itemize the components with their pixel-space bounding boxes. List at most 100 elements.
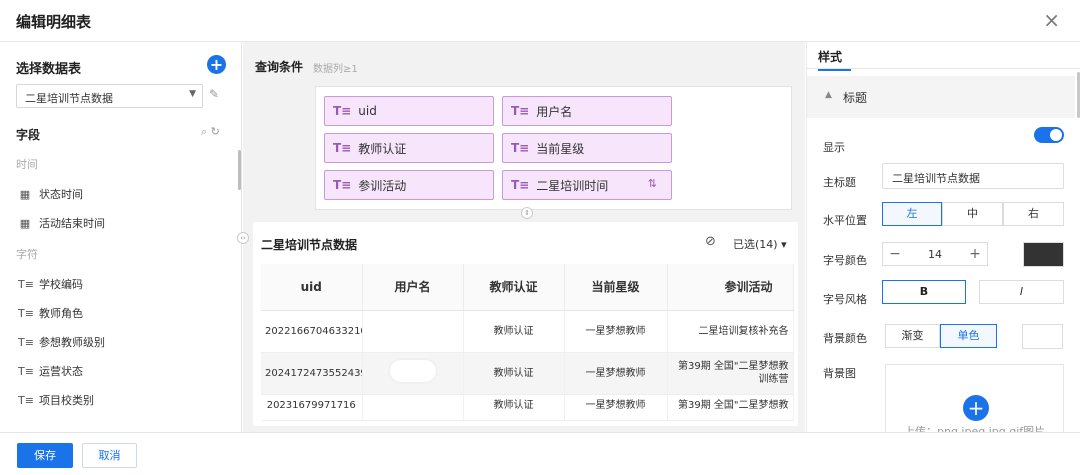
calendar-icon: ▦	[19, 216, 31, 230]
text-icon: T≡	[18, 364, 34, 378]
caret-down-icon: ▼	[189, 89, 196, 99]
column-header[interactable]: 用户名	[362, 264, 464, 311]
table-row: 20231679971716 教师认证 一星梦想教师 第39期 全国"二星梦想教	[261, 394, 794, 421]
column-header[interactable]: uid	[261, 264, 363, 311]
font-style-label: 字号风格	[823, 293, 867, 306]
table-cell: 20231679971716	[261, 394, 363, 421]
text-icon: T≡	[18, 393, 34, 407]
field-title: 字段	[16, 128, 41, 142]
field-item[interactable]: ▦ 状态时间	[18, 186, 83, 202]
table-cell: 一星梦想教师	[564, 352, 668, 395]
style-panel: 样式 ▲ 标题 显示 主标题 二星培训节点数据 水平位置 左 中 右 字号颜色 …	[806, 42, 1080, 438]
align-right-button[interactable]: 右	[1003, 202, 1064, 226]
show-toggle[interactable]	[1034, 127, 1064, 143]
preview-table-card: 二星培训节点数据 ⊘ 已选(14) ▾ uid 用户名 教师认证 当前星级 参训…	[253, 222, 798, 426]
query-panel: ‹› 查询条件 数据列≥1 T≡ uid T≡ 用户名 T≡ 教师认证 T≡ 当前星级 …	[237, 42, 805, 432]
table-cell: 二星培训复核补充各	[667, 310, 794, 353]
cancel-button[interactable]: 取消	[82, 443, 137, 468]
plus-icon[interactable]: +	[963, 246, 987, 262]
dialog-header: 编辑明细表 ×	[0, 0, 1080, 42]
query-chip[interactable]: T≡ 二星培训时间 ⇅	[502, 170, 672, 200]
query-chip[interactable]: T≡ 当前星级	[502, 133, 672, 163]
text-icon: T≡	[333, 178, 352, 192]
column-header[interactable]: 教师认证	[463, 264, 565, 311]
font-size-value[interactable]: 14	[907, 248, 963, 261]
chevron-up-icon: ▲	[825, 90, 832, 100]
title-section-header[interactable]: ▲ 标题	[807, 76, 1075, 118]
data-source-panel: 选择数据表 + 二星培训节点数据 ▼ ✎ 字段 ⌕ ↻ 时间 ▦ 状态时间 ▦ 活动…	[0, 42, 242, 432]
font-size-stepper[interactable]: − 14 +	[882, 242, 988, 266]
bold-button[interactable]: B	[882, 280, 966, 304]
main-title-input[interactable]: 二星培训节点数据	[882, 163, 1064, 189]
italic-button[interactable]: I	[979, 280, 1064, 304]
table-cell: 教师认证	[463, 310, 565, 353]
text-icon: T≡	[333, 104, 352, 118]
table-select-value: 二星培训节点数据	[25, 92, 113, 105]
chart-icon[interactable]: ⊘	[705, 234, 716, 249]
sort-icon[interactable]: ⇅	[648, 177, 657, 190]
table-cell: 教师认证	[463, 394, 565, 421]
tab-divider	[807, 68, 1080, 69]
dialog-footer: 保存 取消	[0, 432, 1080, 475]
table-cell: 第39期 全国"二星梦想教训练营	[667, 352, 794, 395]
field-item[interactable]: T≡ 运营状态	[18, 363, 83, 379]
table-select[interactable]: 二星培训节点数据 ▼	[16, 84, 203, 108]
collapse-toggle-icon[interactable]: ‹›	[237, 232, 249, 244]
font-color-swatch[interactable]	[1023, 242, 1064, 267]
bg-color-swatch[interactable]	[1022, 324, 1063, 349]
select-table-title: 选择数据表	[16, 62, 82, 77]
text-icon: T≡	[511, 104, 530, 118]
show-label: 显示	[823, 141, 845, 154]
preview-table-title: 二星培训节点数据	[261, 238, 358, 252]
table-cell: 一星梦想教师	[564, 394, 668, 421]
edit-pencil-icon[interactable]: ✎	[209, 87, 219, 101]
close-icon[interactable]: ×	[1043, 8, 1060, 32]
field-item[interactable]: T≡ 参想教师级别	[18, 334, 105, 350]
text-icon: T≡	[511, 141, 530, 155]
search-refresh-icons[interactable]: ⌕ ↻	[201, 125, 220, 139]
font-color-label: 字号颜色	[823, 254, 867, 267]
minus-icon[interactable]: −	[883, 246, 907, 262]
field-item[interactable]: ▦ 活动结束时间	[18, 215, 105, 231]
table-row: 20241724735524391264 教师认证 一星梦想教师 第39期 全国…	[261, 352, 794, 395]
dialog-title: 编辑明细表	[16, 13, 92, 31]
table-cell: 20221667046332104642	[261, 310, 363, 353]
selected-columns-dropdown[interactable]: 已选(14) ▾	[733, 236, 787, 252]
text-icon: T≡	[333, 141, 352, 155]
table-cell	[362, 352, 464, 395]
left-scrollbar[interactable]	[238, 150, 241, 190]
resize-handle-icon[interactable]: ⇕	[521, 207, 533, 219]
table-cell	[362, 310, 464, 353]
preview-table: uid 用户名 教师认证 当前星级 参训活动 20221667046332104…	[261, 264, 794, 421]
query-chip[interactable]: T≡ 用户名	[502, 96, 672, 126]
column-header[interactable]: 当前星级	[564, 264, 668, 311]
field-item[interactable]: T≡ 教师角色	[18, 305, 83, 321]
redacted-username	[389, 360, 436, 382]
query-chip[interactable]: T≡ 教师认证	[324, 133, 494, 163]
text-icon: T≡	[511, 178, 530, 192]
gradient-button[interactable]: 渐变	[885, 324, 940, 348]
upload-plus-icon[interactable]: +	[963, 395, 989, 421]
text-icon: T≡	[18, 306, 34, 320]
align-left-button[interactable]: 左	[882, 202, 942, 226]
save-button[interactable]: 保存	[17, 443, 73, 468]
table-cell: 一星梦想教师	[564, 310, 668, 353]
edit-detail-dialog: 编辑明细表 × 选择数据表 + 二星培训节点数据 ▼ ✎ 字段 ⌕ ↻ 时间 ▦…	[0, 0, 1080, 475]
column-header[interactable]: 参训活动	[667, 264, 794, 311]
calendar-icon: ▦	[19, 187, 31, 201]
align-center-button[interactable]: 中	[942, 202, 1003, 226]
bg-color-label: 背景颜色	[823, 332, 867, 345]
bg-image-label: 背景图	[823, 367, 856, 380]
query-chip[interactable]: T≡ 参训活动	[324, 170, 494, 200]
field-item[interactable]: T≡ 项目校类别	[18, 392, 94, 408]
field-item[interactable]: T≡ 学校编码	[18, 276, 83, 292]
group-label-string: 字符	[16, 248, 38, 261]
solid-color-button[interactable]: 单色	[940, 324, 997, 348]
add-table-icon[interactable]: +	[207, 55, 226, 74]
align-label: 水平位置	[823, 214, 867, 227]
bg-image-upload[interactable]: + 上传：png,jpeg,jpg,gif图片	[885, 364, 1064, 438]
table-cell: 第39期 全国"二星梦想教	[667, 394, 794, 421]
table-header-row: uid 用户名 教师认证 当前星级 参训活动	[261, 264, 794, 311]
query-title: 查询条件	[255, 60, 304, 74]
query-chip[interactable]: T≡ uid	[324, 96, 494, 126]
